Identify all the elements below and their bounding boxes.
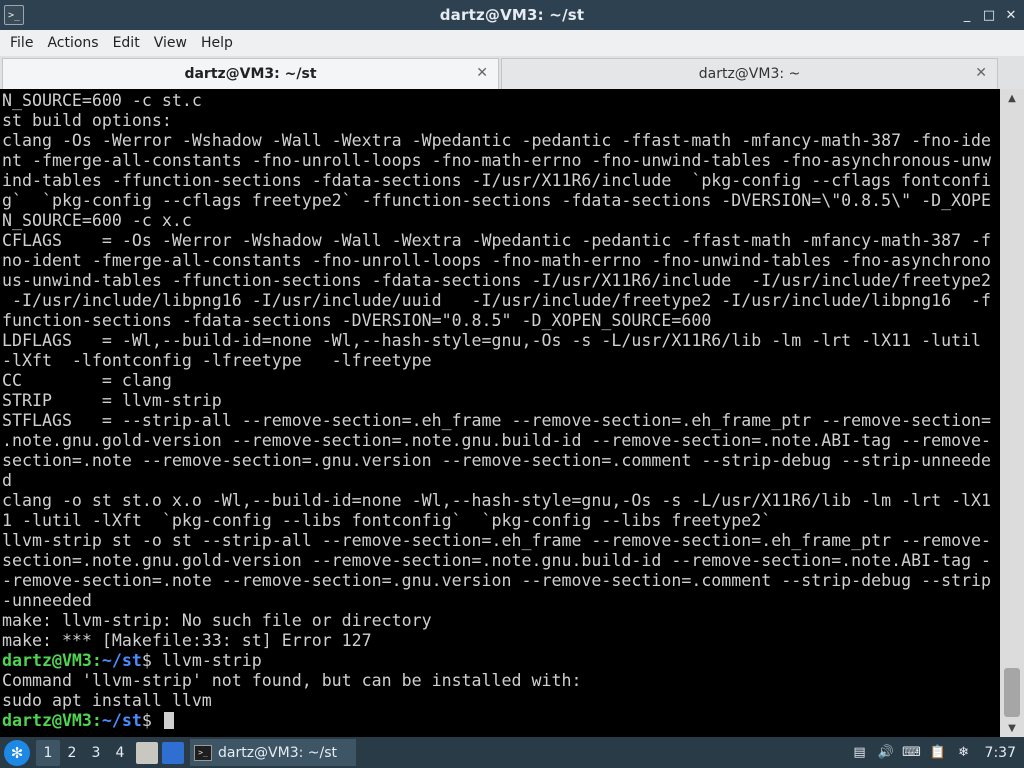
clipboard-icon[interactable]: 📋 [929, 744, 947, 762]
terminal-line: -unneeded [2, 591, 92, 610]
tab-label: dartz@VM3: ~/st [184, 66, 317, 82]
tab-st[interactable]: dartz@VM3: ~/st ✕ [2, 58, 499, 89]
terminal-line: make: llvm-strip: No such file or direct… [2, 611, 432, 630]
terminal-app-icon[interactable]: >_ [4, 5, 24, 25]
terminal-line: CC = clang [2, 371, 172, 390]
terminal-line: us-unwind-tables -ffunction-sections -fd… [2, 271, 992, 290]
menu-edit[interactable]: Edit [106, 35, 147, 51]
terminal-line: st build options: [2, 111, 172, 130]
terminal-line: STRIP = llvm-strip [2, 391, 222, 410]
scroll-thumb[interactable] [1004, 668, 1020, 717]
terminal-line: ind-tables -ffunction-sections -fdata-se… [2, 171, 992, 190]
terminal-line: STFLAGS = --strip-all --remove-section=.… [2, 411, 992, 430]
terminal-line: g` `pkg-config --cflags freetype2` -ffun… [2, 191, 992, 210]
menu-actions[interactable]: Actions [40, 35, 105, 51]
keyboard-icon[interactable]: ⌨ [902, 744, 921, 762]
terminal-line: clang -Os -Werror -Wshadow -Wall -Wextra… [2, 131, 992, 150]
volume-icon[interactable]: 🔊 [877, 744, 895, 762]
terminal-view[interactable]: N_SOURCE=600 -c st.c st build options: cla… [0, 89, 1024, 737]
scroll-down-icon[interactable]: ▼ [1000, 719, 1024, 737]
menu-help[interactable]: Help [194, 35, 240, 51]
terminal-line: nt -fmerge-all-constants -fno-unroll-loo… [2, 151, 992, 170]
terminal-line: section=.note.gnu.gold-version --remove-… [2, 551, 992, 570]
window-controls: _ □ ✕ [958, 6, 1020, 24]
terminal-prompt-line: dartz@VM3:~/st$ llvm-strip [2, 651, 998, 671]
terminal-line: 1 -lutil -lXft `pkg-config --libs fontco… [2, 511, 772, 530]
terminal-line: function-sections -fdata-sections -DVERS… [2, 311, 712, 330]
prompt-symbol: $ [141, 651, 152, 670]
task-label: dartz@VM3: ~/st [218, 744, 338, 761]
tab-home[interactable]: dartz@VM3: ~ ✕ [501, 58, 998, 89]
menu-bar: File Actions Edit View Help [0, 30, 1024, 56]
terminal-line: N_SOURCE=600 -c x.c [2, 211, 192, 230]
title-bar: >_ dartz@VM3: ~/st _ □ ✕ [0, 0, 1024, 30]
file-manager-icon[interactable] [136, 741, 158, 764]
prompt-separator: : [91, 651, 102, 670]
terminal-line: sudo apt install llvm [2, 691, 212, 710]
terminal-output: N_SOURCE=600 -c st.c st build options: cla… [2, 91, 998, 731]
menu-view[interactable]: View [147, 35, 194, 51]
minimize-button[interactable]: _ [958, 6, 976, 24]
menu-file[interactable]: File [3, 35, 40, 51]
terminal-line: no-ident -fmerge-all-constants -fno-unro… [2, 251, 992, 270]
tab-bar: dartz@VM3: ~/st ✕ dartz@VM3: ~ ✕ [0, 56, 1024, 89]
terminal-prompt-line: dartz@VM3:~/st$ [2, 711, 998, 731]
workspace-1[interactable]: 1 [36, 739, 60, 766]
terminal-line: d [2, 471, 12, 490]
system-tray: ▤ 🔊 ⌨ 📋 ❄ 7:37 [851, 744, 1024, 762]
bluetooth-icon[interactable]: ❄ [955, 744, 973, 762]
vertical-scrollbar[interactable]: ▲ ▼ [1000, 89, 1024, 737]
workspace-2[interactable]: 2 [60, 740, 84, 766]
prompt-user: dartz@VM3 [2, 711, 92, 730]
tab-close-icon[interactable]: ✕ [476, 65, 488, 81]
terminal-line: .note.gnu.gold-version --remove-section=… [2, 431, 992, 450]
scroll-track[interactable] [1004, 109, 1020, 717]
terminal-line: N_SOURCE=600 -c st.c [2, 91, 202, 110]
terminal-line: make: *** [Makefile:33: st] Error 127 [2, 631, 372, 650]
terminal-line: -remove-section=.note --remove-section=.… [2, 571, 992, 590]
prompt-symbol: $ [141, 711, 162, 730]
tab-label: dartz@VM3: ~ [698, 66, 801, 82]
terminal-line: clang -o st st.o x.o -Wl,--build-id=none… [2, 491, 992, 510]
command-text: llvm-strip [151, 651, 262, 670]
window-title: dartz@VM3: ~/st [439, 6, 585, 24]
workspace-switcher: 1 2 3 4 [36, 739, 132, 766]
terminal-line: -lXft -lfontconfig -lfreetype -lfreetype [2, 351, 432, 370]
terminal-line: section=.note --remove-section=.gnu.vers… [2, 451, 992, 470]
taskbar: ✻ 1 2 3 4 >_ dartz@VM3: ~/st ▤ 🔊 ⌨ 📋 ❄ 7… [0, 737, 1024, 768]
start-menu-icon[interactable]: ✻ [4, 739, 30, 766]
terminal-cursor [163, 712, 174, 729]
prompt-user: dartz@VM3 [2, 651, 92, 670]
workspace-3[interactable]: 3 [84, 740, 108, 766]
scroll-up-icon[interactable]: ▲ [1000, 89, 1024, 107]
clock[interactable]: 7:37 [985, 745, 1016, 761]
terminal-line: CFLAGS = -Os -Werror -Wshadow -Wall -Wex… [2, 231, 992, 250]
prompt-path: ~/st [101, 711, 142, 730]
terminal-line: -I/usr/include/libpng16 -I/usr/include/u… [2, 291, 992, 310]
terminal-line: LDFLAGS = -Wl,--build-id=none -Wl,--hash… [2, 331, 982, 350]
terminal-line: llvm-strip st -o st --strip-all --remove… [2, 531, 992, 550]
close-button[interactable]: ✕ [1002, 6, 1020, 24]
terminal-line: Command 'llvm-strip' not found, but can … [2, 671, 582, 690]
prompt-path: ~/st [101, 651, 142, 670]
workspace-4[interactable]: 4 [108, 740, 132, 766]
terminal-task-icon: >_ [194, 744, 212, 761]
show-desktop-icon[interactable] [162, 741, 184, 764]
tab-close-icon[interactable]: ✕ [975, 65, 987, 81]
maximize-button[interactable]: □ [980, 6, 998, 24]
taskbar-task-terminal[interactable]: >_ dartz@VM3: ~/st [190, 739, 356, 766]
prompt-separator: : [91, 711, 102, 730]
network-icon[interactable]: ▤ [851, 744, 869, 762]
